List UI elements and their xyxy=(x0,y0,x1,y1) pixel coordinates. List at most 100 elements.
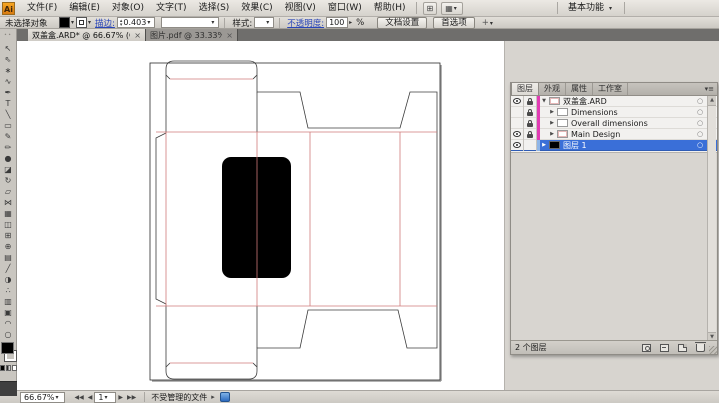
layer-row-overall-dimensions[interactable]: ▶ Overall dimensions ○ xyxy=(511,118,717,129)
layer-row-main-design[interactable]: ▶ Main Design ○ xyxy=(511,129,717,140)
layers-scrollbar[interactable]: ▲ ▼ xyxy=(707,96,716,342)
lock-toggle[interactable] xyxy=(524,118,537,129)
new-sublayer-icon[interactable] xyxy=(660,344,669,352)
workspace-switcher[interactable]: 基本功能 ▾ xyxy=(562,2,620,15)
direct-selection-tool[interactable]: ⇖ xyxy=(0,54,16,65)
symbol-sprayer-tool[interactable]: ∴ xyxy=(0,285,16,296)
layer-row-dimensions[interactable]: ▶ Dimensions ○ xyxy=(511,107,717,118)
eraser-tool[interactable]: ◪ xyxy=(0,164,16,175)
disclosure-triangle[interactable]: ▶ xyxy=(548,120,556,126)
first-artboard-icon[interactable]: ◀◀ xyxy=(75,394,84,401)
rectangle-tool[interactable]: ▭ xyxy=(0,120,16,131)
scroll-up-icon[interactable]: ▲ xyxy=(708,96,716,106)
visibility-toggle[interactable] xyxy=(511,96,524,107)
shape-builder-tool[interactable]: ◫ xyxy=(0,219,16,230)
layer-name[interactable]: Overall dimensions xyxy=(571,119,695,128)
gradient-tool[interactable]: ▤ xyxy=(0,252,16,263)
last-artboard-icon[interactable]: ▶▶ xyxy=(127,394,136,401)
delete-layer-icon[interactable] xyxy=(696,344,705,352)
layer-name[interactable]: 双盖盒.ARD xyxy=(563,96,695,107)
target-circle[interactable]: ○ xyxy=(695,97,705,105)
menu-edit[interactable]: 编辑(E) xyxy=(63,0,106,16)
hand-tool[interactable]: ◠ xyxy=(0,318,16,329)
scale-tool[interactable]: ▱ xyxy=(0,186,16,197)
visibility-toggle[interactable] xyxy=(511,118,524,129)
black-rounded-rectangle-object[interactable] xyxy=(222,157,291,278)
stroke-color-swatch[interactable] xyxy=(76,17,87,28)
document-tab-inactive[interactable]: 图片.pdf @ 33.33% (CMYK/预览) × xyxy=(146,29,238,41)
artboard-number-field[interactable]: 1 ▾ xyxy=(94,392,116,403)
menu-help[interactable]: 帮助(H) xyxy=(368,0,412,16)
mesh-tool[interactable]: ⊕ xyxy=(0,241,16,252)
gradient-button[interactable] xyxy=(6,365,11,371)
perspective-grid-tool[interactable]: ⊞ xyxy=(0,230,16,241)
line-segment-tool[interactable]: ╲ xyxy=(0,109,16,120)
control-panel-menu-icon[interactable]: +▾ xyxy=(482,18,495,28)
opacity-field[interactable]: 100 xyxy=(326,17,348,28)
next-artboard-icon[interactable]: ▶ xyxy=(118,394,123,401)
layer-name[interactable]: Main Design xyxy=(571,130,695,139)
tab-studio[interactable]: 工作室 xyxy=(593,83,628,95)
previous-artboard-icon[interactable]: ◀ xyxy=(88,394,93,401)
pen-tool[interactable]: ✒ xyxy=(0,87,16,98)
menu-type[interactable]: 文字(T) xyxy=(150,0,193,16)
stroke-dropdown-icon[interactable]: ▾ xyxy=(88,19,91,26)
lock-toggle[interactable] xyxy=(524,129,537,140)
status-popup-icon[interactable]: ▸ xyxy=(211,393,215,401)
lock-toggle[interactable] xyxy=(524,96,537,107)
document-tab-active[interactable]: 双盖盒.ARD* @ 66.67% (CMYK/预览) × xyxy=(28,29,146,41)
target-circle[interactable]: ○ xyxy=(695,130,705,138)
width-profile-select[interactable]: ▾ xyxy=(161,17,219,28)
close-tab-icon[interactable]: × xyxy=(134,31,141,40)
column-graph-tool[interactable]: ▥ xyxy=(0,296,16,307)
layer-name[interactable]: 图层 1 xyxy=(563,140,695,151)
tab-layers[interactable]: 图层 xyxy=(511,82,539,95)
disclosure-triangle[interactable]: ▶ xyxy=(540,142,548,148)
target-circle[interactable]: ○ xyxy=(695,108,705,116)
document-canvas[interactable] xyxy=(17,41,504,390)
lock-toggle[interactable] xyxy=(524,140,537,151)
document-setup-button[interactable]: 文档设置 xyxy=(377,17,427,29)
make-clipping-mask-icon[interactable] xyxy=(642,344,651,352)
rotate-tool[interactable]: ↻ xyxy=(0,175,16,186)
lasso-tool[interactable]: ∿ xyxy=(0,76,16,87)
menu-view[interactable]: 视图(V) xyxy=(279,0,322,16)
toolbar-panel-header[interactable]: ∙∙ xyxy=(0,29,17,41)
eyedropper-tool[interactable]: ╱ xyxy=(0,263,16,274)
panel-menu-icon[interactable]: ▾≡ xyxy=(702,83,717,95)
screen-mode-button[interactable] xyxy=(0,381,17,396)
fill-dropdown-icon[interactable]: ▾ xyxy=(71,19,74,26)
style-select[interactable]: ▾ xyxy=(254,17,274,28)
artboard-tool[interactable]: ▣ xyxy=(0,307,16,318)
fill-color-swatch[interactable] xyxy=(59,17,70,28)
close-tab-icon[interactable]: × xyxy=(226,31,233,40)
target-circle[interactable]: ○ xyxy=(695,119,705,127)
new-layer-icon[interactable] xyxy=(678,344,687,352)
target-circle[interactable]: ○ xyxy=(695,141,705,149)
width-tool[interactable]: ⋈ xyxy=(0,197,16,208)
preferences-button[interactable]: 首选项 xyxy=(433,17,475,29)
disclosure-triangle[interactable]: ▶ xyxy=(548,109,556,115)
disclosure-triangle[interactable]: ▶ xyxy=(548,131,556,137)
menu-object[interactable]: 对象(O) xyxy=(106,0,150,16)
bridge-icon[interactable]: ⊞ xyxy=(423,2,438,15)
none-button[interactable] xyxy=(12,365,17,371)
type-tool[interactable]: T xyxy=(0,98,16,109)
pencil-tool[interactable]: ✏ xyxy=(0,142,16,153)
fill-swatch-indicator[interactable] xyxy=(1,342,14,354)
stroke-panel-link[interactable]: 描边: xyxy=(95,17,115,29)
menu-file[interactable]: 文件(F) xyxy=(21,0,63,16)
opacity-panel-link[interactable]: 不透明度: xyxy=(287,17,324,29)
stroke-weight-field[interactable]: ▴▾ 0.403 ▾ xyxy=(117,17,155,28)
menu-effect[interactable]: 效果(C) xyxy=(235,0,278,16)
panel-resize-grip[interactable] xyxy=(709,346,717,354)
free-transform-tool[interactable]: ▦ xyxy=(0,208,16,219)
blob-brush-tool[interactable]: ● xyxy=(0,153,16,164)
layer-name[interactable]: Dimensions xyxy=(571,108,695,117)
blend-tool[interactable]: ◑ xyxy=(0,274,16,285)
stroke-weight-dropdown-icon[interactable]: ▾ xyxy=(147,19,150,26)
visibility-toggle[interactable] xyxy=(511,129,524,140)
visibility-toggle[interactable] xyxy=(511,107,524,118)
opacity-popup-icon[interactable]: ▸ xyxy=(349,19,352,26)
zoom-level-field[interactable]: 66.67% ▾ xyxy=(20,392,65,403)
